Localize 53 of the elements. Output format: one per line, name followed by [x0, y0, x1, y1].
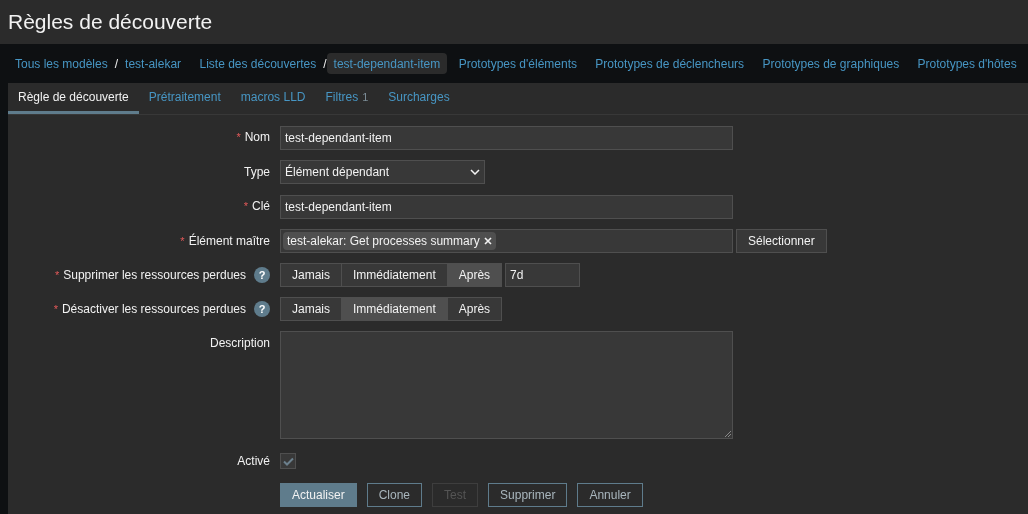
- form-button[interactable]: Annuler: [577, 483, 643, 507]
- segment-option[interactable]: Après: [446, 264, 502, 286]
- breadcrumb-link[interactable]: Tous les modèles: [8, 53, 115, 74]
- help-icon[interactable]: ?: [254, 301, 270, 317]
- description-field[interactable]: [280, 331, 733, 439]
- breadcrumb-separator: /: [323, 55, 327, 73]
- text-field[interactable]: test-dependant-item: [280, 195, 733, 219]
- chevron-down-icon: [470, 169, 480, 175]
- breadcrumb-link[interactable]: test-dependant-item: [326, 53, 448, 74]
- selected-tag: test-alekar: Get processes summary: [283, 232, 496, 250]
- required-asterisk: *: [236, 129, 241, 145]
- tab[interactable]: Filtres 1: [315, 83, 379, 114]
- breadcrumb-link[interactable]: Liste des découvertes: [192, 53, 324, 74]
- tab[interactable]: Surcharges: [378, 83, 460, 114]
- segment-option[interactable]: Après: [446, 298, 502, 320]
- help-icon[interactable]: ?: [254, 267, 270, 283]
- breadcrumb-link[interactable]: Prototypes d'hôtes: [910, 53, 1024, 74]
- multiselect-field[interactable]: test-alekar: Get processes summary: [280, 229, 733, 253]
- segment-option[interactable]: Immédiatement: [341, 264, 447, 286]
- field-label: Élément maître: [188, 232, 270, 250]
- field-label: Désactiver les ressources perdues: [61, 301, 246, 318]
- required-asterisk: *: [180, 233, 185, 249]
- enabled-checkbox[interactable]: [280, 453, 296, 469]
- required-asterisk: *: [243, 198, 248, 214]
- field-label: Description: [209, 335, 270, 352]
- field-label: Nom: [244, 129, 270, 146]
- field-label: Activé: [237, 453, 270, 470]
- tab[interactable]: Règle de découverte: [8, 83, 139, 114]
- required-asterisk: *: [54, 267, 60, 283]
- breadcrumb-separator: /: [114, 55, 119, 73]
- breadcrumb-link[interactable]: test-alekar: [118, 53, 189, 74]
- breadcrumb-link[interactable]: Prototypes d'éléments: [451, 53, 584, 74]
- remove-icon[interactable]: [483, 237, 492, 245]
- period-field[interactable]: 7d: [505, 263, 581, 287]
- breadcrumb-link[interactable]: Prototypes de graphiques: [755, 53, 907, 74]
- segment-option[interactable]: Immédiatement: [341, 298, 447, 320]
- form-button[interactable]: Actualiser: [280, 483, 357, 507]
- form-button[interactable]: Clone: [366, 483, 423, 507]
- select-button[interactable]: Sélectionner: [736, 229, 827, 253]
- segment-option[interactable]: Jamais: [281, 264, 341, 286]
- required-asterisk: *: [53, 301, 58, 317]
- resize-handle-icon[interactable]: [725, 431, 731, 437]
- text-field[interactable]: test-dependant-item: [280, 126, 733, 150]
- field-label: Clé: [252, 198, 270, 215]
- segment-option[interactable]: Jamais: [281, 298, 341, 320]
- breadcrumb-link[interactable]: Prototypes de déclencheurs: [588, 53, 752, 74]
- page-title: Règles de découverte: [8, 9, 213, 36]
- tab[interactable]: macros LLD: [230, 83, 316, 114]
- form-button[interactable]: Supprimer: [488, 483, 568, 507]
- type-select[interactable]: Élément dépendant: [280, 160, 485, 184]
- field-label: Type: [244, 164, 270, 181]
- tab[interactable]: Prétraitement: [138, 83, 231, 114]
- field-label: Supprimer les ressources perdues: [63, 267, 246, 284]
